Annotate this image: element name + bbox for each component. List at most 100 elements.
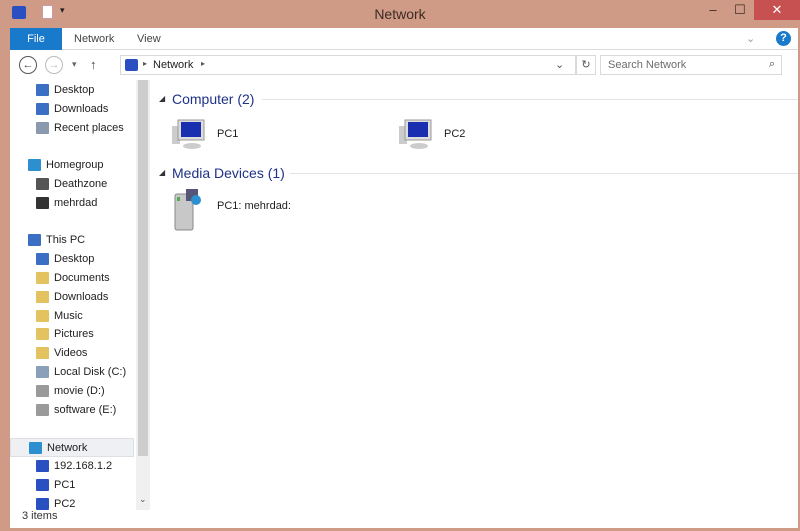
breadcrumb-separator-icon: ▸ — [143, 59, 148, 68]
sidebar-item-desktop[interactable]: Desktop — [10, 81, 134, 100]
sidebar-item-this-pc[interactable]: This PC — [10, 231, 134, 250]
address-bar[interactable]: ▸ Network ▸ ⌄ — [120, 55, 576, 75]
group-divider — [290, 173, 798, 174]
sidebar-item-icon — [29, 442, 42, 455]
group-header-media-devices[interactable]: Media Devices (1) — [172, 165, 285, 181]
sidebar-item-icon — [36, 102, 49, 115]
sidebar-item-icon — [36, 290, 49, 303]
sidebar-item-movie-d[interactable]: movie (D:) — [10, 382, 134, 401]
computer-item-pc1[interactable]: PC1 — [170, 118, 238, 153]
sidebar-item-label: PC1 — [54, 478, 76, 491]
sidebar-item-icon — [36, 460, 49, 473]
sidebar-item-label: Network — [47, 442, 88, 455]
maximize-button[interactable]: ☐ — [727, 0, 753, 20]
computer-icon — [172, 119, 205, 149]
network-icon — [125, 59, 138, 71]
sidebar-item-icon — [28, 159, 41, 172]
scroll-down-icon[interactable]: ⌄ — [139, 494, 147, 505]
sidebar-item-pictures[interactable]: Pictures — [10, 325, 134, 344]
computer-item-pc2[interactable]: PC2 — [397, 118, 465, 153]
tab-view[interactable]: View — [125, 28, 173, 50]
sidebar-item-label: Pictures — [54, 328, 94, 341]
sidebar-item-icon — [36, 403, 49, 416]
close-button[interactable]: ✕ — [754, 0, 800, 20]
sidebar-item-mehrdad[interactable]: mehrdad — [10, 194, 134, 213]
expand-ribbon-icon[interactable]: ⌄ — [746, 32, 755, 45]
sidebar-item-icon — [36, 84, 49, 97]
title-bar: ▾ Network – ☐ ✕ — [0, 0, 800, 28]
sidebar-item-pc2[interactable]: PC2 — [10, 495, 134, 510]
address-dropdown-icon[interactable]: ⌄ — [555, 58, 564, 71]
collapse-group-icon[interactable]: ◢ — [159, 94, 165, 103]
forward-button[interactable]: → — [45, 56, 63, 74]
sidebar-item-label: Music — [54, 309, 83, 322]
sidebar-item-videos[interactable]: Videos — [10, 344, 134, 363]
sidebar-item-label: mehrdad — [54, 196, 98, 209]
sidebar-item-documents[interactable]: Documents — [10, 269, 134, 288]
sidebar-item-label: Videos — [54, 347, 88, 360]
sidebar-item-downloads[interactable]: Downloads — [10, 288, 134, 307]
window-title: Network — [374, 6, 426, 22]
sidebar-item-label: software (E:) — [54, 403, 117, 416]
sidebar-item-desktop[interactable]: Desktop — [10, 250, 134, 269]
sidebar-item-icon — [36, 253, 49, 266]
sidebar-item-icon — [36, 366, 49, 379]
sidebar-item-icon — [36, 328, 49, 341]
sidebar-item-pc1[interactable]: PC1 — [10, 476, 134, 495]
up-button[interactable]: ↑ — [90, 57, 97, 72]
back-button[interactable]: ← — [19, 56, 37, 74]
breadcrumb-chevron-icon[interactable]: ▸ — [201, 59, 205, 68]
sidebar-item-icon — [36, 272, 49, 285]
group-divider — [262, 99, 798, 100]
sidebar-item-label: 192.168.1.2 — [54, 460, 113, 472]
computer-icon — [399, 119, 432, 149]
item-label: PC1: mehrdad: — [217, 200, 291, 212]
ribbon-tabs: File Network View ⌄ ? — [10, 28, 798, 50]
tab-file[interactable]: File — [10, 28, 62, 50]
group-header-computer[interactable]: Computer (2) — [172, 91, 254, 107]
sidebar-item-icon — [36, 497, 49, 510]
sidebar-item-icon — [36, 384, 49, 397]
sidebar-item-icon — [36, 309, 49, 322]
sidebar-item-label: Documents — [54, 272, 110, 284]
sidebar-item-network[interactable]: Network — [10, 438, 134, 458]
sidebar-item-icon — [36, 178, 49, 191]
sidebar-item-label: This PC — [46, 234, 86, 247]
media-device-item[interactable]: PC1: mehrdad: — [174, 188, 291, 235]
explorer-window: File Network View ⌄ ? ← → ▾ ↑ ▸ Network … — [10, 28, 798, 528]
navigation-pane: Desktop Downloads Recent places Homegroup De… — [10, 80, 136, 510]
sidebar-item-label: Desktop — [54, 84, 95, 96]
sidebar-item-local-disk-c[interactable]: Local Disk (C:) — [10, 363, 134, 382]
status-item-count: 3 items — [22, 510, 58, 522]
sidebar-item-deathzone[interactable]: Deathzone — [10, 175, 134, 194]
sidebar-item-label: Deathzone — [54, 178, 108, 190]
scrollbar-thumb[interactable] — [138, 80, 148, 456]
sidebar-item-label: PC2 — [54, 497, 76, 510]
tab-network[interactable]: Network — [62, 28, 126, 50]
sidebar-item-music[interactable]: Music — [10, 307, 134, 326]
sidebar-item-software-e[interactable]: software (E:) — [10, 401, 134, 420]
breadcrumb-network[interactable]: Network — [153, 59, 193, 71]
sidebar-item-192-168-1-2[interactable]: 192.168.1.2 — [10, 457, 134, 476]
search-input[interactable]: Search Network ⌕ — [600, 55, 782, 75]
sidebar-item-label: Desktop — [54, 253, 95, 266]
search-icon[interactable]: ⌕ — [769, 58, 775, 71]
sidebar-item-icon — [36, 478, 49, 491]
sidebar-item-icon — [28, 234, 41, 247]
minimize-button[interactable]: – — [700, 0, 726, 20]
sidebar-item-recent-places[interactable]: Recent places — [10, 119, 134, 138]
recent-locations-icon[interactable]: ▾ — [72, 59, 77, 70]
refresh-button[interactable]: ↻ — [576, 55, 596, 75]
item-label: PC2 — [444, 128, 466, 140]
sidebar-item-label: Homegroup — [46, 159, 104, 172]
content-pane: ◢ Computer (2) PC1 PC2 ◢ Media Devices (… — [150, 80, 798, 510]
media-server-icon — [174, 189, 201, 231]
sidebar-item-homegroup[interactable]: Homegroup — [10, 156, 134, 175]
sidebar-item-icon — [36, 347, 49, 360]
help-icon[interactable]: ? — [776, 31, 791, 46]
sidebar-item-downloads[interactable]: Downloads — [10, 100, 134, 119]
collapse-group-icon[interactable]: ◢ — [159, 168, 165, 177]
sidebar-item-icon — [36, 196, 49, 209]
sidebar-item-label: movie (D:) — [54, 384, 105, 397]
sidebar-item-label: Downloads — [54, 290, 109, 303]
